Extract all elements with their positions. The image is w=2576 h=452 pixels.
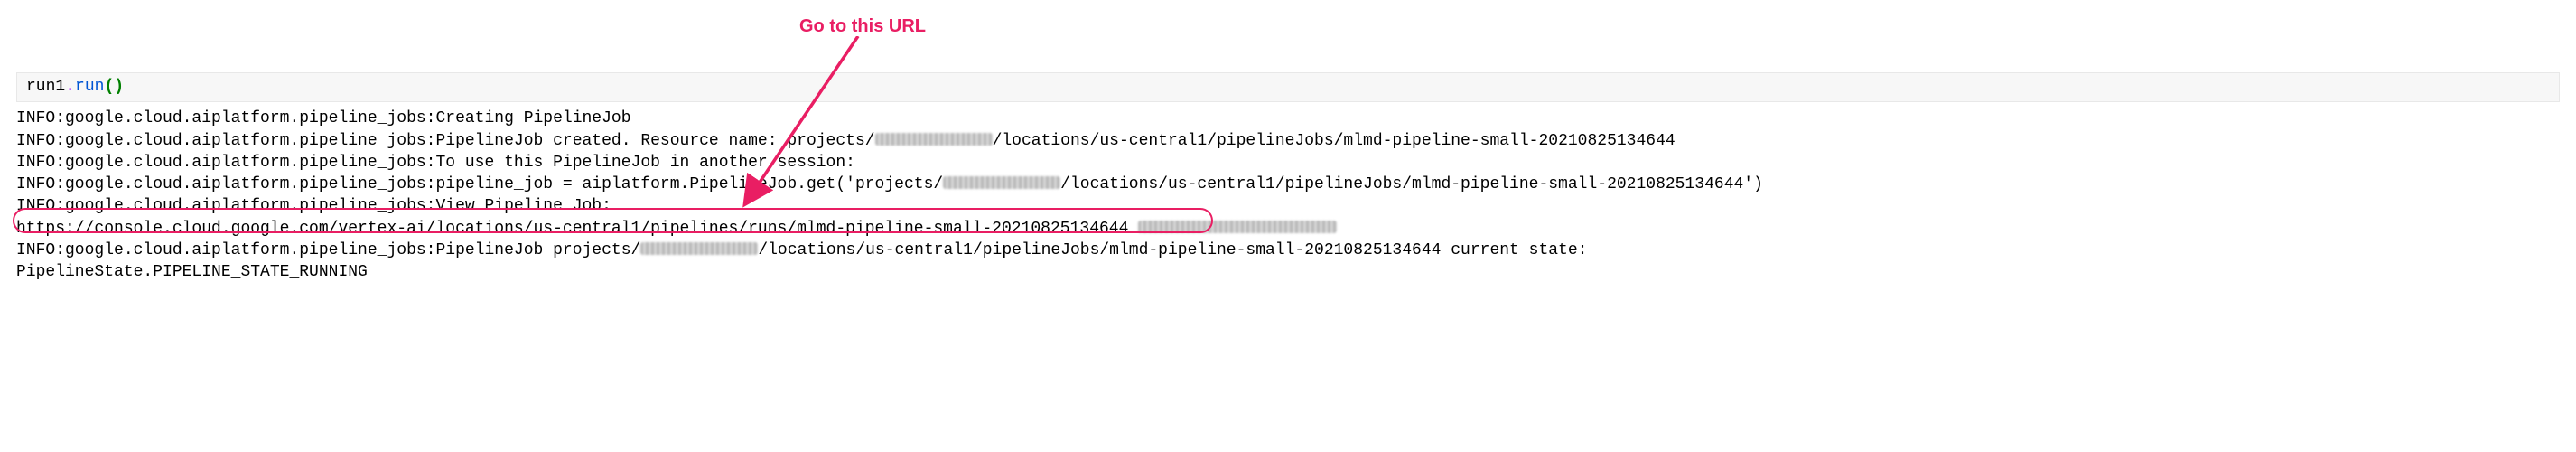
- log-line: INFO:google.cloud.aiplatform.pipeline_jo…: [16, 109, 631, 127]
- redacted-text: [875, 133, 993, 146]
- pipeline-url-link[interactable]: https://console.cloud.google.com/vertex-…: [16, 220, 1128, 238]
- log-line: INFO:google.cloud.aiplatform.pipeline_jo…: [16, 175, 1763, 193]
- code-token-operator: .: [65, 78, 75, 96]
- log-line: PipelineState.PIPELINE_STATE_RUNNING: [16, 263, 368, 281]
- code-input-cell[interactable]: run1.run(): [16, 72, 2560, 102]
- log-line: INFO:google.cloud.aiplatform.pipeline_jo…: [16, 154, 855, 172]
- redacted-text: [943, 176, 1060, 189]
- code-token-paren-close: ): [114, 78, 124, 96]
- code-token-paren-open: (: [104, 78, 114, 96]
- redacted-text: [1138, 221, 1337, 233]
- cell-output: INFO:google.cloud.aiplatform.pipeline_jo…: [16, 108, 2576, 283]
- log-url-line: https://console.cloud.google.com/vertex-…: [16, 220, 1337, 238]
- log-line: INFO:google.cloud.aiplatform.pipeline_jo…: [16, 132, 1675, 150]
- annotation-label: Go to this URL: [799, 14, 926, 39]
- log-line: INFO:google.cloud.aiplatform.pipeline_jo…: [16, 197, 611, 215]
- code-token-object: run1: [26, 78, 65, 96]
- code-token-func: run: [75, 78, 104, 96]
- redacted-text: [640, 242, 758, 255]
- log-line: INFO:google.cloud.aiplatform.pipeline_jo…: [16, 241, 1587, 259]
